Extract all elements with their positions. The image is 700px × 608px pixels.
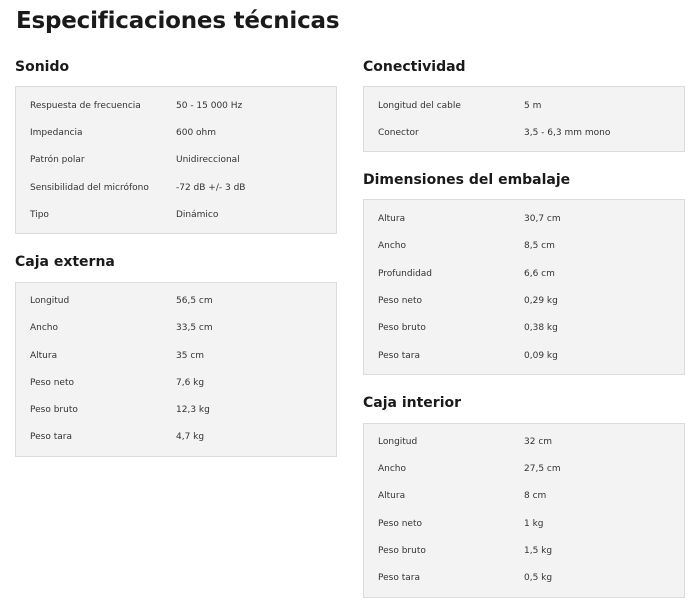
- spec-label: Peso tara: [30, 432, 72, 442]
- spec-label: Ancho: [378, 241, 407, 251]
- section-title: Dimensiones del embalaje: [363, 172, 571, 188]
- spec-row: Respuesta de frecuencia 50 - 15 000 Hz: [16, 98, 336, 114]
- spec-row: Ancho 8,5 cm: [364, 238, 684, 254]
- spec-row: Sensibilidad del micrófono -72 dB +/- 3 …: [16, 180, 336, 196]
- spec-row: Conector 3,5 - 6,3 mm mono: [364, 125, 684, 141]
- spec-label: Longitud: [378, 437, 418, 447]
- spec-row: Peso tara 0,5 kg: [364, 570, 684, 586]
- page-title: Especificaciones técnicas: [16, 8, 340, 34]
- section-conectividad: Conectividad Longitud del cable 5 m Cone…: [363, 57, 685, 152]
- spec-table: Respuesta de frecuencia 50 - 15 000 Hz I…: [15, 86, 337, 234]
- section-title: Sonido: [15, 59, 70, 75]
- spec-label: Peso neto: [378, 296, 422, 306]
- spec-value: 30,7 cm: [524, 214, 561, 224]
- section-title: Caja externa: [15, 254, 115, 270]
- spec-table: Altura 30,7 cm Ancho 8,5 cm Profundidad …: [363, 199, 685, 375]
- spec-row: Peso tara 0,09 kg: [364, 348, 684, 364]
- spec-value: 7,6 kg: [176, 378, 205, 388]
- spec-label: Altura: [378, 491, 406, 501]
- spec-value: 0,38 kg: [524, 323, 558, 333]
- spec-value: 4,7 kg: [176, 432, 205, 442]
- spec-row: Altura 30,7 cm: [364, 211, 684, 227]
- spec-value: 1,5 kg: [524, 546, 553, 556]
- spec-label: Ancho: [378, 464, 407, 474]
- spec-label: Peso neto: [378, 519, 422, 529]
- spec-row: Peso neto 0,29 kg: [364, 293, 684, 309]
- spec-row: Peso bruto 0,38 kg: [364, 320, 684, 336]
- spec-label: Longitud: [30, 296, 70, 306]
- spec-label: Peso neto: [30, 378, 74, 388]
- spec-row: Peso neto 1 kg: [364, 516, 684, 532]
- spec-value: 56,5 cm: [176, 296, 213, 306]
- spec-value: 3,5 - 6,3 mm mono: [524, 128, 611, 138]
- spec-row: Profundidad 6,6 cm: [364, 266, 684, 282]
- section-sonido: Sonido Respuesta de frecuencia 50 - 15 0…: [15, 57, 337, 234]
- spec-value: 600 ohm: [176, 128, 217, 138]
- spec-row: Peso neto 7,6 kg: [16, 375, 336, 391]
- spec-row: Altura 35 cm: [16, 348, 336, 364]
- section-caja-externa: Caja externa Longitud 56,5 cm Ancho 33,5…: [15, 252, 337, 457]
- spec-label: Peso bruto: [30, 405, 78, 415]
- spec-value: 6,6 cm: [524, 269, 555, 279]
- spec-label: Longitud del cable: [378, 101, 461, 111]
- spec-label: Peso bruto: [378, 323, 426, 333]
- spec-label: Ancho: [30, 323, 59, 333]
- spec-row: Ancho 27,5 cm: [364, 461, 684, 477]
- section-dimensiones-del-embalaje: Dimensiones del embalaje Altura 30,7 cm …: [363, 170, 685, 375]
- spec-row: Patrón polar Unidireccional: [16, 152, 336, 168]
- spec-label: Respuesta de frecuencia: [30, 101, 141, 111]
- spec-row: Longitud 56,5 cm: [16, 293, 336, 309]
- spec-row: Ancho 33,5 cm: [16, 320, 336, 336]
- spec-label: Peso tara: [378, 351, 420, 361]
- spec-label: Peso tara: [378, 573, 420, 583]
- spec-label: Profundidad: [378, 269, 433, 279]
- section-title: Caja interior: [363, 395, 462, 411]
- spec-value: 0,29 kg: [524, 296, 558, 306]
- spec-label: Conector: [378, 128, 419, 138]
- spec-table: Longitud 56,5 cm Ancho 33,5 cm Altura 35…: [15, 282, 337, 457]
- spec-value: 8 cm: [524, 491, 547, 501]
- spec-value: 33,5 cm: [176, 323, 213, 333]
- spec-value: Unidireccional: [176, 155, 240, 165]
- spec-value: 50 - 15 000 Hz: [176, 101, 243, 111]
- section-title: Conectividad: [363, 59, 466, 75]
- spec-value: 27,5 cm: [524, 464, 561, 474]
- spec-row: Longitud del cable 5 m: [364, 98, 684, 114]
- spec-value: 12,3 kg: [176, 405, 210, 415]
- spec-value: 5 m: [524, 101, 542, 111]
- spec-value: 1 kg: [524, 519, 544, 529]
- spec-label: Altura: [378, 214, 406, 224]
- spec-label: Tipo: [30, 210, 49, 220]
- spec-label: Patrón polar: [30, 155, 85, 165]
- spec-label: Altura: [30, 351, 58, 361]
- spec-label: Impedancia: [30, 128, 83, 138]
- spec-value: -72 dB +/- 3 dB: [176, 183, 246, 193]
- spec-row: Peso bruto 1,5 kg: [364, 543, 684, 559]
- spec-row: Tipo Dinámico: [16, 207, 336, 223]
- spec-value: 32 cm: [524, 437, 553, 447]
- spec-value: 8,5 cm: [524, 241, 555, 251]
- spec-value: 35 cm: [176, 351, 205, 361]
- spec-row: Altura 8 cm: [364, 488, 684, 504]
- spec-row: Longitud 32 cm: [364, 434, 684, 450]
- spec-label: Peso bruto: [378, 546, 426, 556]
- spec-row: Peso bruto 12,3 kg: [16, 402, 336, 418]
- spec-row: Peso tara 4,7 kg: [16, 429, 336, 445]
- spec-table: Longitud del cable 5 m Conector 3,5 - 6,…: [363, 86, 685, 152]
- spec-value: Dinámico: [176, 210, 219, 220]
- spec-label: Sensibilidad del micrófono: [30, 183, 149, 193]
- spec-value: 0,5 kg: [524, 573, 553, 583]
- spec-value: 0,09 kg: [524, 351, 558, 361]
- section-caja-interior: Caja interior Longitud 32 cm Ancho 27,5 …: [363, 393, 685, 598]
- spec-table: Longitud 32 cm Ancho 27,5 cm Altura 8 cm…: [363, 423, 685, 598]
- spec-row: Impedancia 600 ohm: [16, 125, 336, 141]
